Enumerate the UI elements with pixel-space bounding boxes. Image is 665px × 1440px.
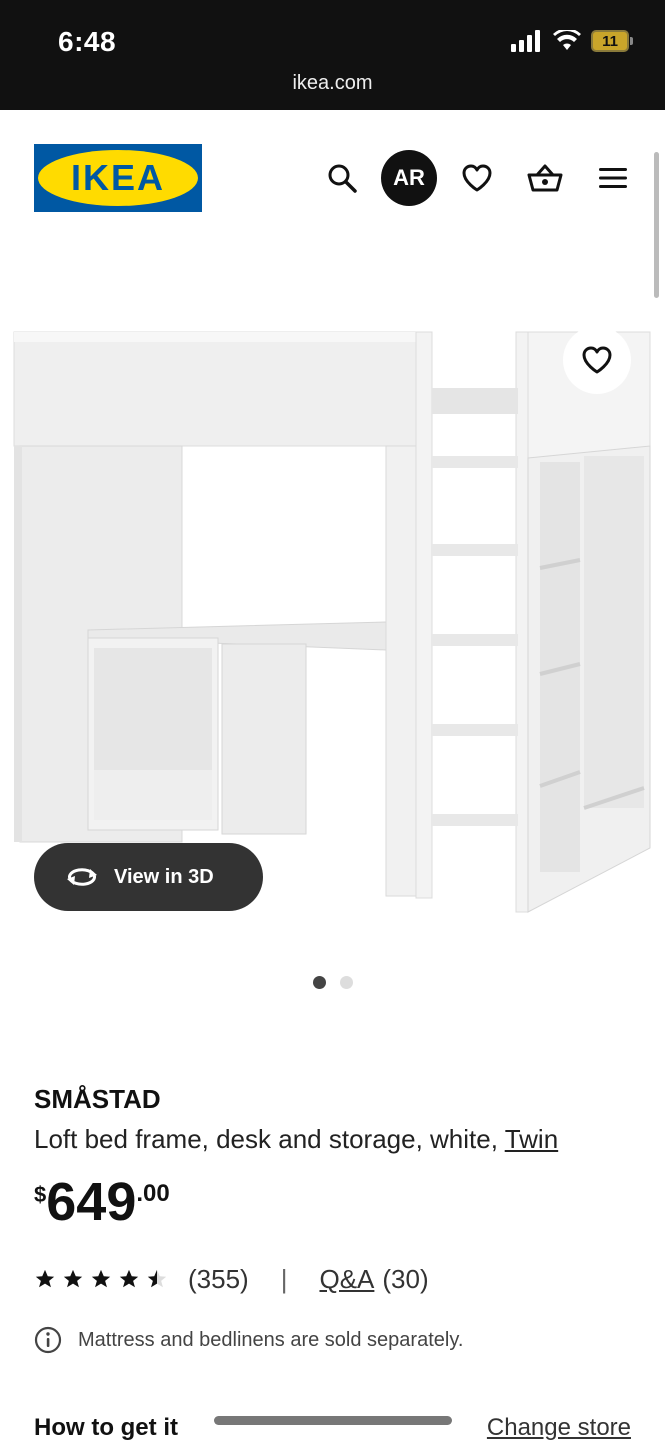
view-in-3d-button[interactable]: View in 3D: [34, 843, 263, 911]
star-rating[interactable]: [34, 1268, 168, 1290]
rotate-3d-icon: [67, 868, 97, 886]
product-name: SMÅSTAD: [34, 1084, 161, 1114]
ar-button[interactable]: AR: [381, 150, 437, 206]
review-count[interactable]: (355): [188, 1264, 249, 1295]
ikea-logo[interactable]: IKEA: [34, 144, 202, 212]
half-star-icon: [147, 1269, 167, 1288]
info-icon: [34, 1326, 62, 1354]
search-icon: [328, 164, 357, 193]
status-bar: 6:48 11 ikea.com: [0, 0, 665, 110]
product-image[interactable]: [0, 320, 665, 930]
header-nav: AR: [320, 150, 640, 206]
home-indicator[interactable]: [214, 1416, 452, 1425]
star-icon: [35, 1269, 55, 1288]
product-size-link[interactable]: Twin: [505, 1124, 558, 1154]
gallery-pagination: [0, 976, 665, 989]
product-description: Loft bed frame, desk and storage, white,…: [34, 1124, 558, 1155]
rating-row: (355) | Q&A (30): [34, 1262, 429, 1296]
favourites-button[interactable]: [449, 150, 505, 206]
add-to-wishlist-button[interactable]: [563, 326, 631, 394]
battery-level: 11: [591, 30, 629, 52]
rating-separator: |: [280, 1263, 288, 1294]
url-bar[interactable]: ikea.com: [0, 72, 665, 95]
view-in-3d-label: View in 3D: [114, 865, 214, 888]
page-scrollbar[interactable]: [654, 152, 659, 298]
logo-text: IKEA: [71, 157, 165, 198]
battery-indicator: 11: [591, 30, 633, 52]
qa-count: (30): [382, 1263, 429, 1294]
price-decimal: .00: [136, 1180, 170, 1207]
cellular-signal-icon: [511, 30, 540, 52]
menu-button[interactable]: [585, 150, 641, 206]
mattress-notice: Mattress and bedlinens are sold separate…: [34, 1326, 463, 1354]
heart-icon: [582, 346, 612, 374]
how-to-get-it-heading: How to get it: [34, 1414, 178, 1440]
wifi-icon: [553, 30, 581, 50]
star-icon: [119, 1269, 139, 1288]
price-integer: 649: [46, 1172, 137, 1232]
hamburger-menu-icon: [599, 168, 627, 188]
notice-text: Mattress and bedlinens are sold separate…: [78, 1328, 464, 1351]
star-icon: [91, 1269, 111, 1288]
search-button[interactable]: [314, 150, 370, 206]
change-store-link[interactable]: Change store: [487, 1414, 631, 1440]
status-time: 6:48: [58, 26, 117, 57]
pagination-dot-1[interactable]: [312, 976, 326, 989]
qa-link[interactable]: Q&A: [319, 1264, 374, 1295]
product-price: $ 649 .00: [34, 1174, 170, 1230]
star-icon: [63, 1269, 83, 1288]
site-header: IKEA AR: [0, 110, 665, 240]
shopping-basket-icon: [527, 164, 563, 192]
product-description-text: Loft bed frame, desk and storage, white,: [34, 1124, 498, 1154]
pagination-dot-2[interactable]: [339, 976, 353, 989]
heart-icon: [462, 164, 492, 192]
status-icons: 11: [511, 30, 633, 52]
price-currency: $: [34, 1182, 47, 1207]
cart-button[interactable]: [517, 150, 573, 206]
